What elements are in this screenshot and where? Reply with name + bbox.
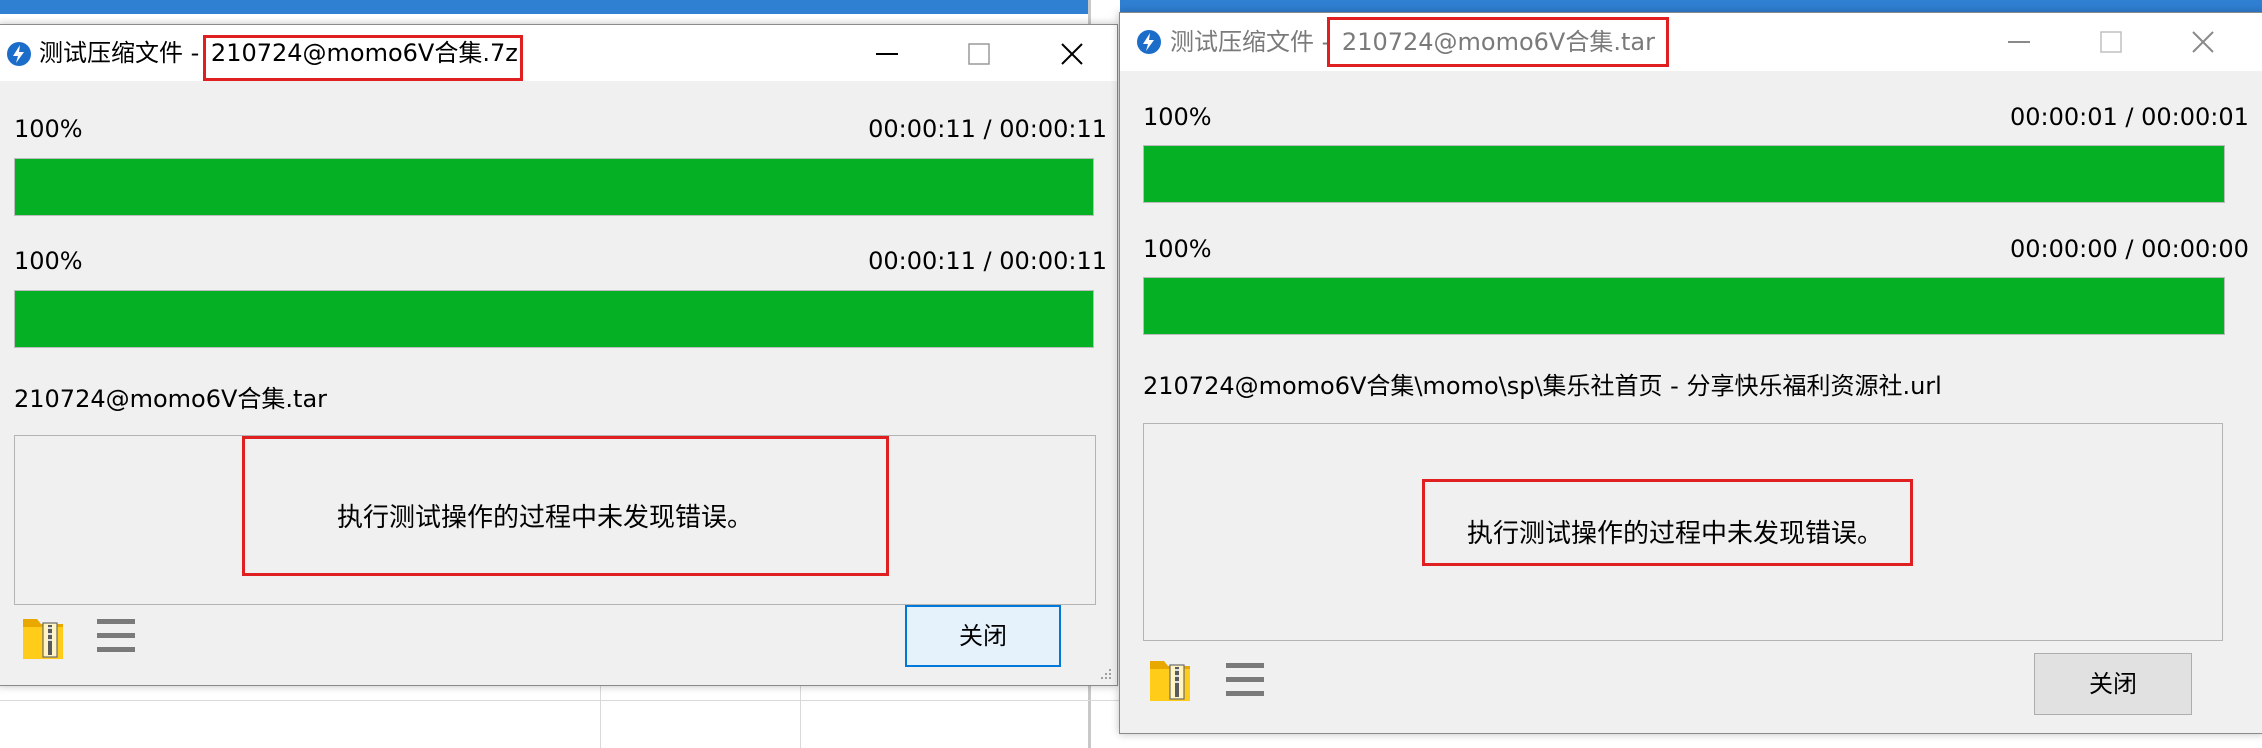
minimize-button[interactable] (1986, 13, 2050, 69)
test-archive-window-2: 测试压缩文件 - 210724@momo6V合集.tar 100% 00:00:… (1119, 12, 2262, 734)
progress-bar-1 (14, 158, 1094, 216)
progress-percent-1: 100% (14, 115, 83, 143)
app-icon (7, 42, 31, 66)
maximize-button[interactable] (2078, 13, 2142, 69)
maximize-button[interactable] (946, 25, 1010, 81)
progress-time-2: 00:00:11 / 00:00:11 (868, 247, 1107, 275)
close-window-button[interactable] (2170, 13, 2234, 69)
archive-folder-icon[interactable] (1148, 653, 1192, 703)
title-bar[interactable]: 测试压缩文件 - 210724@momo6V合集.tar (1120, 13, 2262, 71)
progress-bar-fill (1144, 278, 2224, 334)
message-highlight (242, 436, 889, 576)
progress-time-1: 00:00:11 / 00:00:11 (868, 115, 1107, 143)
current-file-label: 210724@momo6V合集\momo\sp\集乐社首页 - 分享快乐福利资源… (1143, 372, 1942, 400)
close-button[interactable]: 关闭 (905, 605, 1061, 667)
menu-icon[interactable] (97, 619, 135, 655)
progress-percent-2: 100% (1143, 235, 1212, 263)
progress-bar-1 (1143, 145, 2225, 203)
progress-bar-fill (15, 159, 1093, 215)
maximize-icon (2100, 31, 2122, 53)
background-divider (0, 700, 1120, 701)
progress-time-2: 00:00:00 / 00:00:00 (2010, 235, 2249, 263)
close-icon (2192, 31, 2214, 53)
test-archive-window-1: 测试压缩文件 - 210724@momo6V合集.7z 100% 00:00:1… (0, 24, 1118, 686)
archive-folder-icon[interactable] (21, 611, 65, 661)
app-icon (1137, 30, 1161, 54)
maximize-icon (968, 43, 990, 65)
archive-name-highlight (1327, 17, 1669, 67)
progress-percent-2: 100% (14, 247, 83, 275)
title-prefix: 测试压缩文件 - (1170, 28, 1338, 56)
resize-grip-icon[interactable] (1097, 665, 1113, 681)
background-divider (600, 680, 601, 748)
minimize-button[interactable] (854, 25, 918, 81)
background-divider (800, 680, 801, 748)
progress-time-1: 00:00:01 / 00:00:01 (2010, 103, 2249, 131)
close-window-button[interactable] (1039, 25, 1103, 81)
current-file-label: 210724@momo6V合集.tar (14, 385, 328, 413)
progress-bar-2 (1143, 277, 2225, 335)
progress-bar-2 (14, 290, 1094, 348)
progress-bar-fill (1144, 146, 2224, 202)
message-highlight (1422, 479, 1913, 566)
title-bar[interactable]: 测试压缩文件 - 210724@momo6V合集.7z (0, 25, 1117, 81)
title-prefix: 测试压缩文件 - (39, 39, 207, 67)
background-window-strip (0, 0, 1090, 14)
close-icon (1061, 43, 1083, 65)
menu-icon[interactable] (1226, 663, 1264, 699)
minimize-icon (876, 53, 898, 55)
close-button[interactable]: 关闭 (2034, 653, 2192, 715)
progress-percent-1: 100% (1143, 103, 1212, 131)
progress-bar-fill (15, 291, 1093, 347)
archive-name-highlight (203, 35, 523, 81)
minimize-icon (2008, 41, 2030, 43)
